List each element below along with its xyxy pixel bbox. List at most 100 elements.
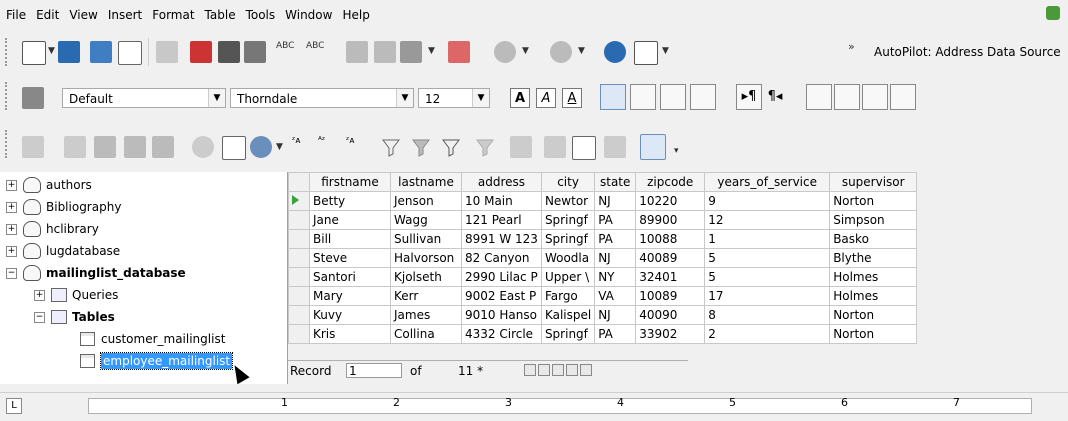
new-document-icon[interactable]: [22, 41, 46, 65]
tree-item-customer-mailinglist[interactable]: customer_mailinglist: [80, 332, 225, 346]
table-cell-city[interactable]: Upper \: [540, 267, 596, 287]
edit-file-icon[interactable]: [156, 41, 178, 63]
spellcheck-icon[interactable]: ABC: [276, 41, 298, 63]
table-cell-supervisor[interactable]: Holmes: [829, 286, 918, 306]
align-left-button[interactable]: [600, 84, 626, 110]
table-cell-zipcode[interactable]: 40089: [635, 248, 706, 268]
tree-item-employee-mailinglist[interactable]: employee_mailinglist: [80, 352, 234, 370]
table-cell-zipcode[interactable]: 89900: [635, 210, 706, 230]
paragraph-style-select[interactable]: Default ▼: [62, 88, 226, 108]
refresh-icon[interactable]: [250, 136, 272, 158]
toolbar-overflow-icon[interactable]: »: [848, 40, 855, 53]
table-cell-city[interactable]: Springf: [540, 210, 596, 230]
table-cell-firstname[interactable]: Kris: [309, 324, 391, 344]
table-row[interactable]: Bill Sullivan 8991 W 123 Springf PA 10088 1 Bas…: [288, 229, 918, 249]
toolbar-grip[interactable]: [5, 82, 11, 110]
cut-icon[interactable]: [346, 41, 368, 63]
row-header-corner[interactable]: [288, 172, 310, 192]
table-icon[interactable]: [634, 41, 658, 65]
table-cell-supervisor[interactable]: Norton: [829, 191, 918, 211]
table-cell-city[interactable]: Kalispel: [540, 305, 596, 325]
row-header[interactable]: [288, 324, 310, 344]
row-header[interactable]: [288, 248, 310, 268]
bold-button[interactable]: A: [510, 88, 530, 108]
align-center-button[interactable]: [630, 84, 656, 110]
table-cell-state[interactable]: NJ: [594, 248, 637, 268]
undo-icon[interactable]: [494, 41, 516, 63]
tree-item-bibliography[interactable]: + Bibliography: [6, 199, 121, 215]
chevron-down-icon[interactable]: ▼: [208, 89, 225, 107]
last-record-button[interactable]: [566, 364, 578, 376]
menu-table[interactable]: Table: [200, 8, 241, 22]
chevron-down-icon[interactable]: ▼: [662, 46, 669, 56]
table-cell-state[interactable]: PA: [594, 324, 637, 344]
table-cell-zipcode[interactable]: 10089: [635, 286, 706, 306]
table-cell-address[interactable]: 10 Main: [461, 191, 542, 211]
column-header-city[interactable]: city: [540, 172, 596, 192]
autopilot-address-data-source[interactable]: AutoPilot: Address Data Source: [874, 30, 1061, 74]
standard-filter-icon[interactable]: [440, 136, 462, 158]
table-row[interactable]: Kuvy James 9010 Hanso Kalispel NJ 40090 8 Norto…: [288, 305, 918, 325]
table-cell-address[interactable]: 9010 Hanso: [461, 305, 542, 325]
menu-file[interactable]: File: [0, 8, 31, 22]
export-pdf-icon[interactable]: [190, 41, 212, 63]
next-record-button[interactable]: [552, 364, 564, 376]
expand-icon[interactable]: +: [6, 245, 17, 257]
table-row[interactable]: Santori Kjolseth 2990 Lilac P Upper \ NY 3240…: [288, 267, 918, 287]
table-cell-supervisor[interactable]: Simpson: [829, 210, 918, 230]
table-cell-firstname[interactable]: Santori: [309, 267, 391, 287]
autofilter-icon[interactable]: [380, 136, 402, 158]
column-header-state[interactable]: state: [594, 172, 637, 192]
bullets-icon[interactable]: [834, 84, 860, 110]
expand-icon[interactable]: +: [6, 201, 17, 213]
table-cell-supervisor[interactable]: Basko: [829, 229, 918, 249]
table-cell-firstname[interactable]: Mary: [309, 286, 391, 306]
chevron-down-icon[interactable]: ▼: [428, 46, 435, 56]
paste-icon[interactable]: [152, 136, 174, 158]
row-header[interactable]: [288, 267, 310, 287]
table-cell-state[interactable]: VA: [594, 286, 637, 306]
table-cell-supervisor[interactable]: Norton: [829, 324, 918, 344]
toolbar-grip[interactable]: [5, 38, 11, 66]
table-cell-lastname[interactable]: Wagg: [390, 210, 462, 230]
collapse-icon[interactable]: −: [6, 267, 17, 279]
table-cell-address[interactable]: 9002 East P: [461, 286, 542, 306]
table-cell-supervisor[interactable]: Norton: [829, 305, 918, 325]
left-to-right-icon[interactable]: ▸¶: [736, 84, 762, 110]
find-record-icon[interactable]: [222, 136, 246, 160]
font-size-select[interactable]: 12 ▼: [418, 88, 490, 108]
menu-insert[interactable]: Insert: [103, 8, 147, 22]
table-row[interactable]: Jane Wagg 121 Pearl Springf PA 89900 12 Simpson: [288, 210, 918, 230]
table-cell-years_of_service[interactable]: 5: [704, 267, 831, 287]
justify-button[interactable]: [690, 84, 716, 110]
chevron-down-icon[interactable]: ▼: [578, 46, 585, 56]
chevron-down-icon[interactable]: ▾: [674, 146, 679, 156]
styles-icon[interactable]: [22, 87, 44, 109]
table-cell-firstname[interactable]: Bill: [309, 229, 391, 249]
expand-icon[interactable]: +: [6, 223, 17, 235]
menu-tools[interactable]: Tools: [241, 8, 281, 22]
mail-merge-icon[interactable]: [572, 136, 596, 160]
open-folder-icon[interactable]: [58, 41, 80, 63]
undo-record-icon[interactable]: [192, 136, 214, 158]
table-cell-state[interactable]: NY: [594, 267, 637, 287]
table-cell-zipcode[interactable]: 33902: [635, 324, 706, 344]
table-cell-years_of_service[interactable]: 5: [704, 248, 831, 268]
underline-button[interactable]: A: [562, 88, 582, 108]
chevron-down-icon[interactable]: ▼: [276, 142, 283, 152]
column-header-supervisor[interactable]: supervisor: [829, 172, 918, 192]
chevron-down-icon[interactable]: ▼: [396, 89, 413, 107]
table-cell-state[interactable]: NJ: [594, 191, 637, 211]
sort-ascending-icon[interactable]: ᶻᴀ: [292, 136, 314, 158]
data-to-fields-icon[interactable]: [544, 136, 566, 158]
table-cell-zipcode[interactable]: 32401: [635, 267, 706, 287]
table-cell-address[interactable]: 121 Pearl: [461, 210, 542, 230]
format-paintbrush-icon[interactable]: [448, 41, 470, 63]
table-row[interactable]: Steve Halvorson 82 Canyon Woodla NJ 40089 5 Bly…: [288, 248, 918, 268]
table-cell-supervisor[interactable]: Holmes: [829, 267, 918, 287]
column-header-years-of-service[interactable]: years_of_service: [704, 172, 831, 192]
table-cell-address[interactable]: 8991 W 123: [461, 229, 542, 249]
copy-icon[interactable]: [374, 41, 396, 63]
update-icon[interactable]: [1046, 6, 1060, 20]
table-cell-lastname[interactable]: Sullivan: [390, 229, 462, 249]
